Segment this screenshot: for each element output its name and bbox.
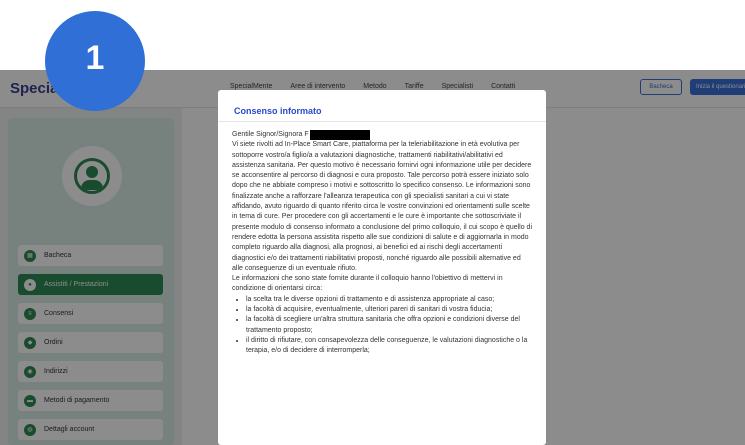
consent-paragraph: Vi siete rivolti ad In-Place Smart Care,… (232, 141, 533, 272)
greeting-text: Gentile Signor/Signora F (232, 131, 309, 138)
list-item: la facoltà di scegliere un'altra struttu… (246, 315, 532, 336)
list-item: il diritto di rifiutare, con consapevole… (246, 336, 532, 357)
list-item: la facoltà di acquisire, eventualmente, … (246, 305, 532, 315)
redaction-bar (309, 130, 370, 141)
step-number-badge: 1 (45, 11, 145, 111)
modal-title: Consenso informato (234, 106, 322, 116)
consent-bullet-list: la scelta tra le diverse opzioni di trat… (232, 295, 532, 357)
consent-paragraph: Le informazioni che sono state fornite d… (232, 275, 503, 293)
modal-header: Consenso informato (218, 90, 546, 122)
consent-modal: Consenso informato Gentile Signor/Signor… (218, 90, 546, 445)
greeting-line: Gentile Signor/Signora F (232, 130, 532, 141)
modal-body[interactable]: Gentile Signor/Signora F Vi siete rivolt… (218, 122, 546, 357)
list-item: la scelta tra le diverse opzioni di trat… (246, 295, 532, 305)
